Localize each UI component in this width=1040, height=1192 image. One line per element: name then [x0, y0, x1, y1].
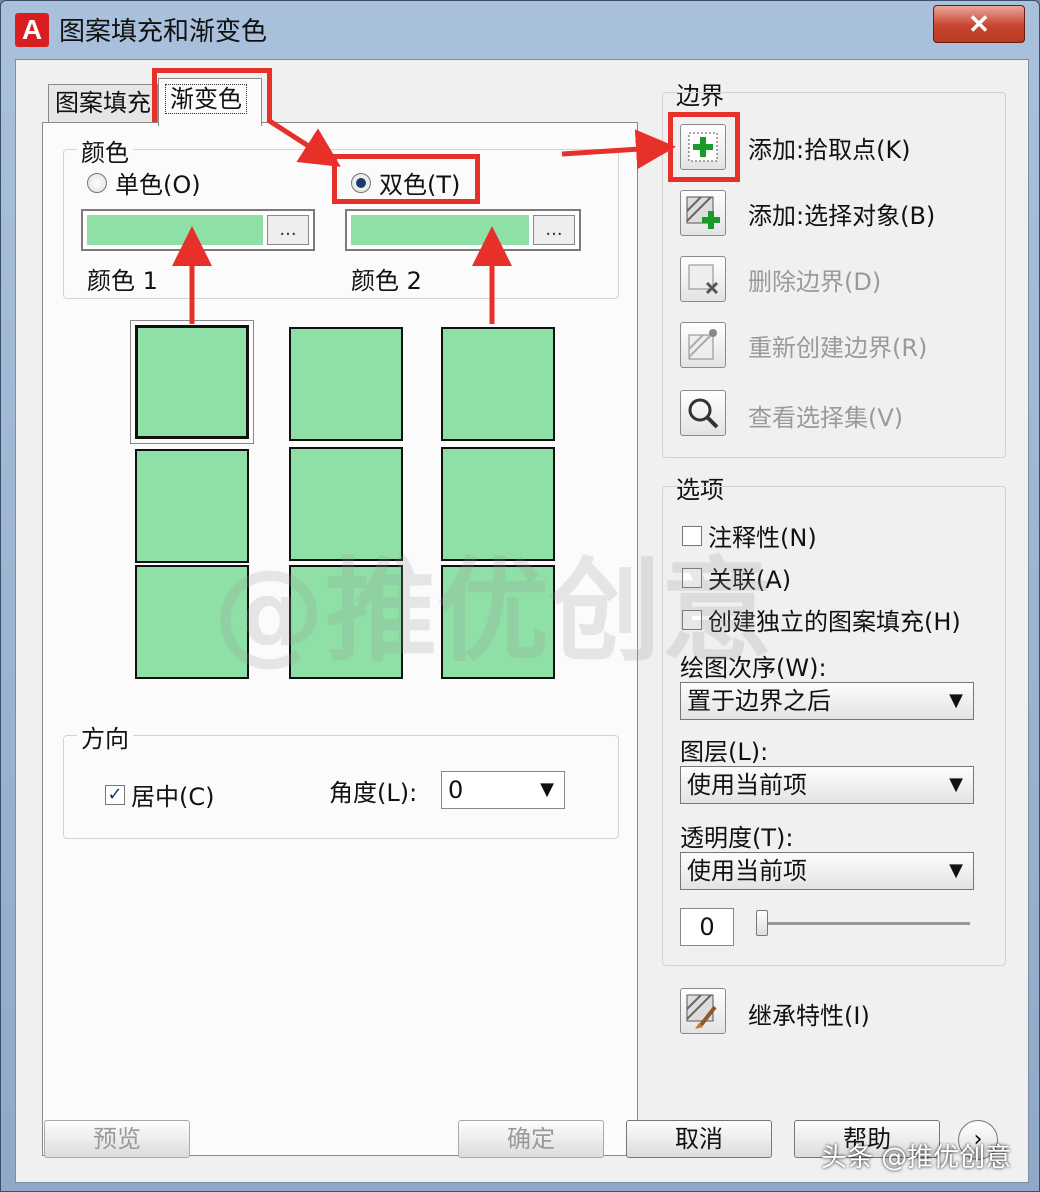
associative-label: 关联(A): [708, 566, 792, 594]
checkbox-box: [682, 609, 702, 630]
inherit-properties-button[interactable]: [680, 988, 726, 1034]
tab-gradient[interactable]: 渐变色: [158, 78, 262, 126]
color2-browse-button[interactable]: ...: [533, 215, 575, 245]
radio-dot: [87, 172, 107, 193]
transparency-slider-track[interactable]: [756, 922, 970, 925]
centered-label: 居中(C): [131, 783, 215, 811]
separate-hatches-label: 创建独立的图案填充(H): [708, 608, 961, 636]
layer-select[interactable]: 使用当前项 ▼: [680, 766, 974, 804]
annotative-checkbox[interactable]: 注释性(N): [682, 518, 817, 553]
inherit-properties-label: 继承特性(I): [748, 1002, 870, 1030]
brush-icon: [686, 994, 717, 1029]
gradient-swatch-3[interactable]: [441, 327, 555, 441]
remove-boundaries-label: 删除边界(D): [748, 268, 882, 296]
recreate-boundary-button: [680, 322, 726, 368]
add-select-objects-label: 添加:选择对象(B): [748, 202, 936, 230]
close-button[interactable]: ✕: [933, 5, 1025, 43]
gradient-swatch-6[interactable]: [441, 447, 555, 561]
recreate-boundary-label: 重新创建边界(R): [748, 334, 928, 362]
color-group-label: 颜色: [77, 133, 133, 168]
highlight-two-color: [332, 154, 480, 204]
associative-checkbox[interactable]: 关联(A): [682, 560, 791, 595]
dialog-client: 图案填充 渐变色 颜色 单色(O) 双色(T) ... ... 颜色 1 颜色 …: [15, 59, 1029, 1183]
color2-label: 颜色 2: [351, 267, 422, 295]
hatch-gradient-dialog: A 图案填充和渐变色 ✕ 图案填充 渐变色 颜色 单色(O) 双色(T) ...…: [0, 0, 1040, 1192]
gradient-swatch-7[interactable]: [135, 565, 249, 679]
view-selections-button: [680, 390, 726, 436]
draw-order-label: 绘图次序(W):: [680, 654, 827, 682]
ok-button[interactable]: 确定: [458, 1120, 604, 1158]
tab-gradient-label: 渐变色: [165, 84, 247, 114]
remove-boundaries-button: [680, 256, 726, 302]
color2-bar[interactable]: ...: [345, 209, 581, 251]
separate-hatches-checkbox[interactable]: 创建独立的图案填充(H): [682, 602, 961, 637]
gradient-swatch-5[interactable]: [289, 447, 403, 561]
preview-button[interactable]: 预览: [44, 1120, 190, 1158]
centered-checkbox[interactable]: ✓ 居中(C): [105, 777, 214, 812]
draw-order-select[interactable]: 置于边界之后 ▼: [680, 682, 974, 720]
transparency-label: 透明度(T):: [680, 824, 794, 852]
cancel-button[interactable]: 取消: [626, 1120, 772, 1158]
single-color-radio[interactable]: 单色(O): [87, 165, 201, 200]
color1-bar[interactable]: ...: [81, 209, 315, 251]
gradient-swatch-8[interactable]: [289, 565, 403, 679]
angle-value: 0: [448, 776, 464, 804]
color1-fill: [87, 215, 263, 245]
angle-select[interactable]: 0 ▼: [441, 771, 565, 809]
transparency-select[interactable]: 使用当前项 ▼: [680, 852, 974, 890]
checkbox-box: [682, 525, 702, 546]
checkbox-box: [682, 567, 702, 588]
layer-label: 图层(L):: [680, 738, 769, 766]
gradient-swatch-1[interactable]: [130, 320, 254, 444]
recreate-boundary-icon: [688, 329, 717, 360]
color1-browse-button[interactable]: ...: [267, 215, 309, 245]
gradient-swatch-9[interactable]: [441, 565, 555, 679]
direction-group-label: 方向: [77, 719, 133, 754]
chevron-down-icon: ▼: [540, 779, 554, 800]
check-icon: ✓: [105, 784, 125, 805]
view-selections-label: 查看选择集(V): [748, 404, 904, 432]
corner-watermark: 头条 @推优创意: [821, 1143, 1012, 1173]
gradient-tab-panel: 颜色 单色(O) 双色(T) ... ... 颜色 1 颜色 2 方向 ✓ 居中…: [42, 122, 638, 1156]
transparency-slider-thumb[interactable]: [756, 910, 768, 936]
chevron-down-icon: ▼: [949, 690, 963, 711]
select-objects-icon: [686, 196, 720, 229]
single-color-label: 单色(O): [115, 171, 201, 199]
options-group: [662, 486, 1006, 966]
color1-label: 颜色 1: [87, 267, 158, 295]
window-title: 图案填充和渐变色: [59, 17, 268, 47]
transparency-number: 0: [699, 913, 715, 941]
layer-value: 使用当前项: [687, 771, 807, 799]
color2-fill: [351, 215, 529, 245]
annotative-label: 注释性(N): [708, 524, 817, 552]
add-pick-points-label: 添加:拾取点(K): [748, 136, 911, 164]
chevron-down-icon: ▼: [949, 774, 963, 795]
angle-label: 角度(L):: [329, 779, 418, 807]
remove-boundary-icon: [688, 264, 719, 295]
add-select-objects-button[interactable]: [680, 190, 726, 236]
title-bar[interactable]: A 图案填充和渐变色 ✕: [1, 1, 1040, 59]
transparency-number-field[interactable]: 0: [680, 908, 734, 946]
tab-pattern-fill[interactable]: 图案填充: [48, 84, 158, 122]
gradient-swatch-2[interactable]: [289, 327, 403, 441]
autocad-app-icon: A: [15, 13, 49, 47]
magnifier-icon: [688, 398, 719, 429]
chevron-down-icon: ▼: [949, 860, 963, 881]
draw-order-value: 置于边界之后: [687, 687, 831, 715]
gradient-swatch-4[interactable]: [135, 449, 249, 563]
transparency-value: 使用当前项: [687, 857, 807, 885]
highlight-pick-points: [668, 112, 740, 182]
